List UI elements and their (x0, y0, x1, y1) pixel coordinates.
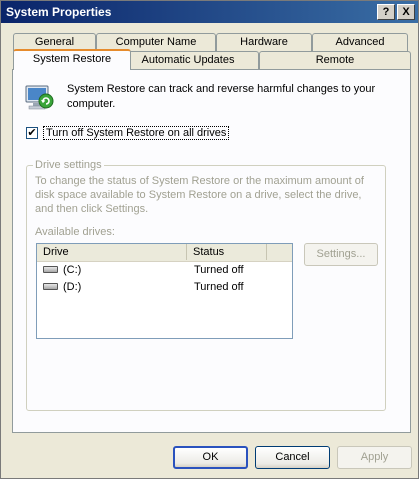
column-drive[interactable]: Drive (37, 244, 187, 260)
close-button[interactable]: X (397, 4, 415, 20)
tab-hardware[interactable]: Hardware (216, 33, 312, 51)
settings-button[interactable]: Settings... (304, 243, 378, 266)
tab-automatic-updates[interactable]: Automatic Updates (117, 51, 259, 69)
title-bar[interactable]: System Properties ? X (1, 1, 418, 23)
drive-name: (C:) (63, 264, 82, 276)
drive-row[interactable]: (D:) Turned off (37, 279, 292, 295)
drive-settings-group: Drive settings To change the status of S… (26, 159, 386, 411)
hard-drive-icon (43, 283, 58, 290)
tab-advanced[interactable]: Advanced (312, 33, 408, 51)
system-properties-window: System Properties ? X General Computer N… (0, 0, 419, 479)
drive-settings-legend: Drive settings (33, 159, 104, 171)
drives-list[interactable]: Drive Status (C:) Turned off (D:) Turned… (36, 243, 293, 339)
window-title: System Properties (6, 5, 112, 19)
drive-name: (D:) (63, 281, 82, 293)
drive-settings-description: To change the status of System Restore o… (35, 175, 364, 215)
tab-remote[interactable]: Remote (259, 51, 411, 69)
apply-button[interactable]: Apply (337, 446, 412, 469)
ok-button[interactable]: OK (173, 446, 248, 469)
turn-off-label[interactable]: Turn off System Restore on all drives (43, 126, 230, 140)
drive-status: Turned off (194, 264, 244, 276)
tab-row-front: Automatic Updates Remote System Restore (13, 49, 411, 70)
hard-drive-icon (43, 266, 58, 273)
turn-off-checkbox[interactable]: ✔ (26, 127, 38, 139)
drive-row[interactable]: (C:) Turned off (37, 262, 292, 278)
drives-list-header: Drive Status (37, 244, 292, 262)
column-status[interactable]: Status (187, 244, 267, 260)
drive-status: Turned off (194, 281, 244, 293)
system-restore-icon (25, 85, 54, 110)
intro-text: System Restore can track and reverse har… (67, 83, 376, 110)
cancel-button[interactable]: Cancel (255, 446, 330, 469)
help-button[interactable]: ? (377, 4, 395, 20)
tab-system-restore[interactable]: System Restore (13, 49, 131, 70)
available-drives-label: Available drives: (35, 226, 115, 238)
system-restore-panel: System Restore can track and reverse har… (12, 69, 411, 433)
